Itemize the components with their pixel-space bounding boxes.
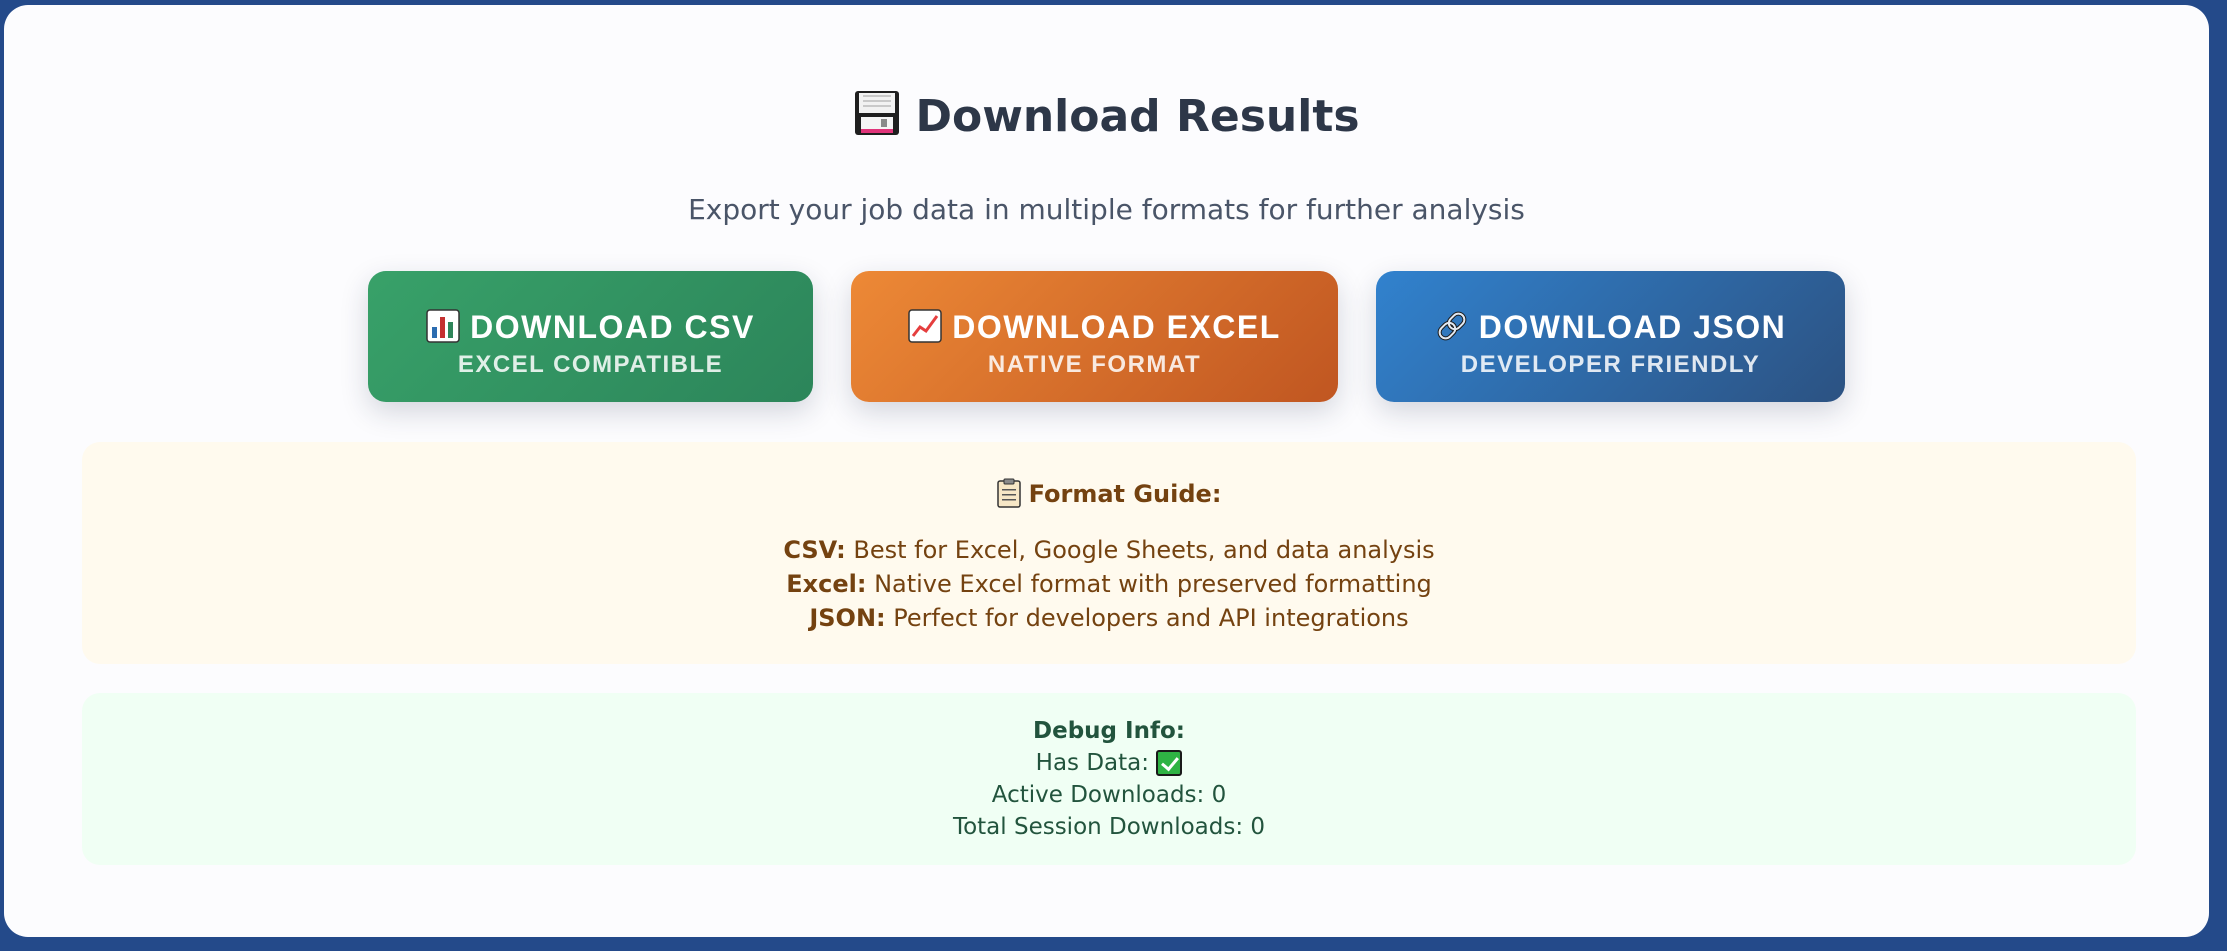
download-excel-label: DOWNLOAD EXCEL	[952, 309, 1281, 345]
format-guide-title-text: Format Guide:	[1028, 480, 1222, 508]
download-json-sublabel: DEVELOPER FRIENDLY	[1460, 351, 1761, 378]
line-chart-icon	[908, 309, 942, 343]
download-excel-sublabel: NATIVE FORMAT	[987, 351, 1202, 378]
download-csv-button[interactable]: DOWNLOAD CSV EXCEL COMPATIBLE	[368, 271, 813, 402]
format-guide: Format Guide: CSV: Best for Excel, Googl…	[82, 442, 2136, 664]
bar-chart-icon	[426, 309, 460, 343]
page-title: Download Results	[4, 87, 2209, 147]
download-csv-label: DOWNLOAD CSV	[470, 309, 755, 345]
download-json-button[interactable]: DOWNLOAD JSON DEVELOPER FRIENDLY	[1376, 271, 1845, 402]
download-csv-sublabel: EXCEL COMPATIBLE	[457, 351, 724, 378]
active-downloads: Active Downloads: 0	[991, 782, 1227, 808]
check-mark-icon	[1156, 750, 1183, 776]
download-excel-label-row: DOWNLOAD EXCEL	[851, 309, 1338, 346]
format-guide-item: Excel: Native Excel format with preserve…	[82, 570, 2136, 598]
has-data-label: Has Data:	[1035, 750, 1150, 776]
format-name: Excel:	[786, 570, 867, 598]
debug-info-title: Debug Info:	[1033, 718, 1185, 744]
has-data-row: Has Data:	[82, 750, 2136, 776]
download-csv-label-row: DOWNLOAD CSV	[368, 309, 813, 346]
total-session-downloads: Total Session Downloads: 0	[952, 814, 1266, 840]
debug-info-panel: Debug Info: Has Data: Active Downloads: …	[82, 693, 2136, 865]
link-icon	[1437, 311, 1467, 341]
format-guide-title: Format Guide:	[82, 478, 2136, 508]
download-json-label: DOWNLOAD JSON	[1478, 309, 1787, 345]
clipboard-icon	[996, 478, 1021, 508]
format-guide-item: CSV: Best for Excel, Google Sheets, and …	[82, 536, 2136, 564]
floppy-disk-icon	[855, 91, 900, 135]
format-guide-item: JSON: Perfect for developers and API int…	[82, 604, 2136, 632]
format-description: Native Excel format with preserved forma…	[874, 570, 1432, 598]
page-subtitle: Export your job data in multiple formats…	[688, 193, 1525, 226]
download-excel-button[interactable]: DOWNLOAD EXCEL NATIVE FORMAT	[851, 271, 1338, 402]
format-name: CSV:	[783, 536, 846, 564]
format-description: Perfect for developers and API integrati…	[893, 604, 1409, 632]
download-results-panel: Download Results Export your job data in…	[4, 5, 2209, 937]
format-name: JSON:	[809, 604, 886, 632]
download-json-label-row: DOWNLOAD JSON	[1376, 309, 1845, 346]
format-description: Best for Excel, Google Sheets, and data …	[853, 536, 1435, 564]
page-title-text: Download Results	[915, 91, 1360, 142]
